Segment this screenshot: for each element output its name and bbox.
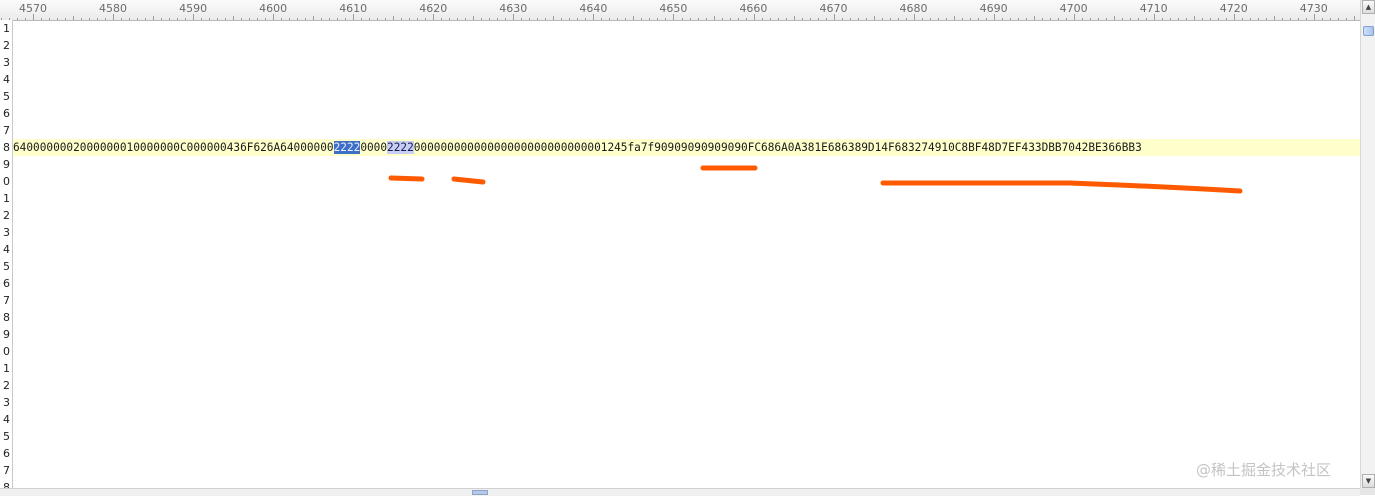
watermark: @稀土掘金技术社区: [1196, 461, 1332, 479]
line-number: 2: [3, 379, 10, 392]
line-number: 5: [3, 430, 10, 443]
current-line[interactable]: 6400000002000000010000000C000000436F626A…: [13, 139, 1360, 156]
column-ruler: 4570 4580 4590 4600 4610 4620 4630 4640 4650 4660…: [0, 0, 1360, 21]
line-number: 4: [3, 413, 10, 426]
line-number: 8: [3, 311, 10, 324]
vertical-scrollbar[interactable]: ▲ ▼: [1360, 0, 1375, 488]
line-number: 1: [3, 192, 10, 205]
text-editor-area[interactable]: 6400000002000000010000000C000000436F626A…: [13, 20, 1360, 488]
line-number: 6: [3, 277, 10, 290]
line-number: 5: [3, 260, 10, 273]
line-number: 5: [3, 90, 10, 103]
line-number: 9: [3, 328, 10, 341]
line-number: 7: [3, 124, 10, 137]
line-number: 6: [3, 107, 10, 120]
line-number: 0: [3, 175, 10, 188]
horizontal-scroll-thumb[interactable]: [472, 490, 488, 495]
line-number: 9: [3, 158, 10, 171]
line-number: 7: [3, 294, 10, 307]
text-middle: 0000: [360, 141, 388, 154]
line-number: 3: [3, 396, 10, 409]
line-number: 0: [3, 345, 10, 358]
line-number: 6: [3, 447, 10, 460]
scroll-down-arrow-icon[interactable]: ▼: [1362, 474, 1375, 488]
scrollbar-corner: [1360, 488, 1375, 495]
line-number: 3: [3, 56, 10, 69]
line-number: 4: [3, 243, 10, 256]
line-number: 2: [3, 209, 10, 222]
line-number: 3: [3, 226, 10, 239]
line-number: 1: [3, 22, 10, 35]
text-before-selection: 6400000002000000010000000C000000436F626A…: [13, 141, 334, 154]
line-number: 7: [3, 464, 10, 477]
text-after-selection: 00000000000000000000000000001245fa7f9090…: [413, 141, 1142, 154]
line-number: 8: [3, 141, 10, 154]
line-number: 1: [3, 362, 10, 375]
line-number-gutter: 1234567890123456789012345678: [0, 20, 13, 494]
matched-highlight[interactable]: 2222: [387, 141, 414, 154]
selected-text[interactable]: 2222: [333, 141, 361, 154]
line-number: 2: [3, 39, 10, 52]
vertical-scroll-thumb[interactable]: [1363, 26, 1374, 36]
scroll-up-arrow-icon[interactable]: ▲: [1362, 0, 1375, 14]
line-number: 4: [3, 73, 10, 86]
